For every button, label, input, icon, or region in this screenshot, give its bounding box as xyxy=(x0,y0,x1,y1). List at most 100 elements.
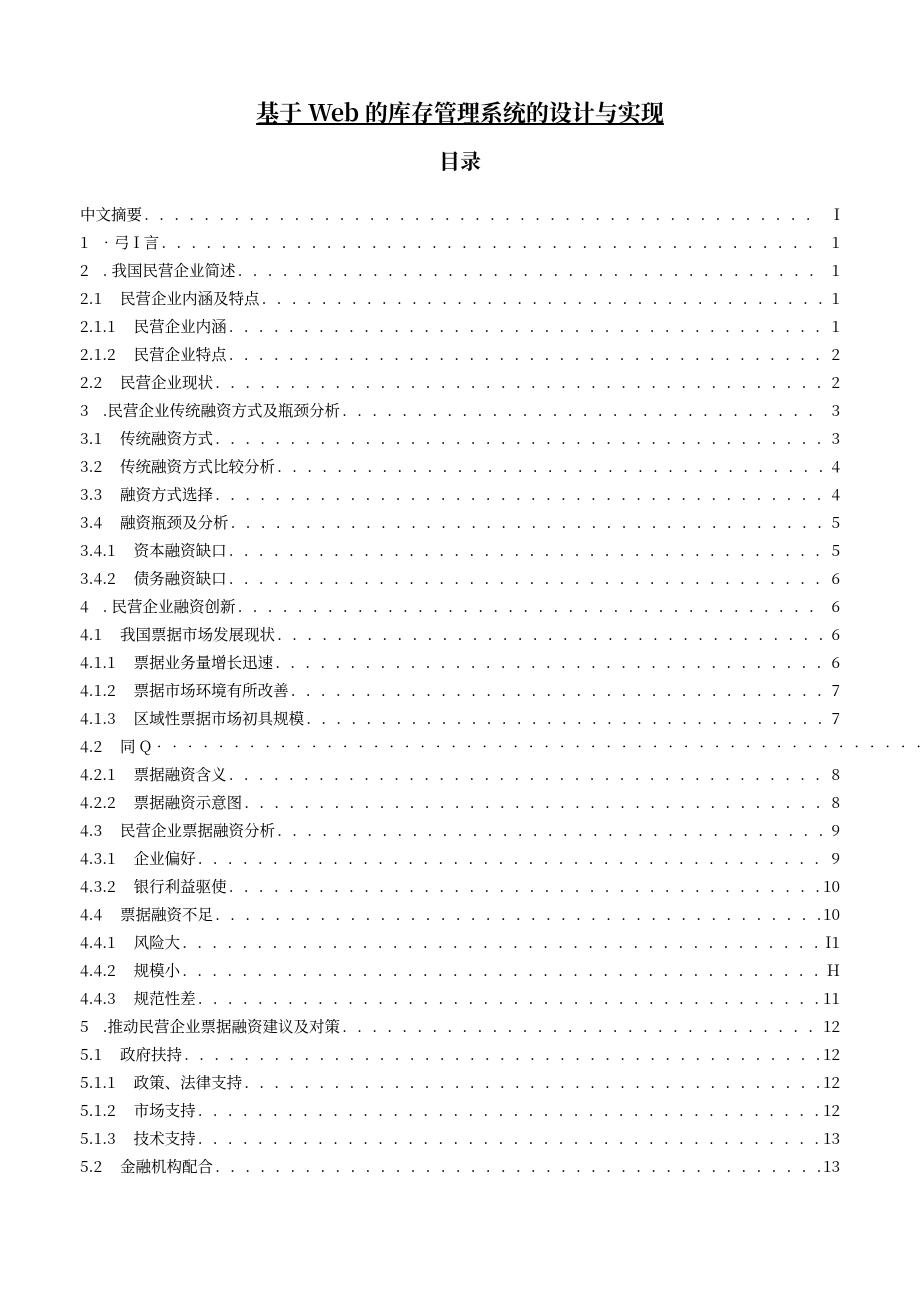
toc-entry-leader xyxy=(304,704,822,732)
toc-entry-spacer xyxy=(104,284,120,312)
toc-entry-label: 民营企业特点 xyxy=(134,340,227,368)
toc-entry-page: I xyxy=(822,200,840,228)
document-title: 基于 Web 的库存管理系统的设计与实现 xyxy=(80,95,840,128)
toc-entry-number: 4.3.2 xyxy=(80,872,118,900)
toc-entry-spacer xyxy=(91,228,99,256)
toc-entry-spacer xyxy=(104,816,120,844)
toc-entry-number: 4.4.2 xyxy=(80,956,118,984)
toc-entry: 5.1.2 市场支持12 xyxy=(80,1096,840,1124)
toc-entry: 4.4.3 规范性差11 xyxy=(80,984,840,1012)
toc-entry: 4.4.1 风险大I1 xyxy=(80,928,840,956)
toc-entry-leader xyxy=(289,676,822,704)
toc-entry-spacer xyxy=(91,396,103,424)
toc-entry-spacer xyxy=(118,676,134,704)
toc-entry-leader xyxy=(235,592,822,620)
toc-entry-page: 2 xyxy=(822,340,840,368)
toc-entry-label: •弓 I 言 xyxy=(98,228,159,256)
toc-entry-label: 融资方式选择 xyxy=(120,480,213,508)
toc-entry-leader xyxy=(340,1012,822,1040)
toc-entry-spacer xyxy=(91,256,103,284)
toc-entry-page: 3 xyxy=(822,424,840,452)
toc-entry: 3.4 融资瓶颈及分析5 xyxy=(80,508,840,536)
toc-entry: 4.1.2 票据市场环境有所改善7 xyxy=(80,676,840,704)
toc-entry-number: 3.1 xyxy=(80,424,104,452)
toc-entry-number: 2.1.1 xyxy=(80,312,118,340)
toc-entry: 4.3.1 企业偏好9 xyxy=(80,844,840,872)
toc-entry-leader xyxy=(227,340,822,368)
toc-entry: 4.1.1 票据业务量增长迅速6 xyxy=(80,648,840,676)
toc-entry-page: 5 xyxy=(822,536,840,564)
toc-entry-spacer xyxy=(118,564,134,592)
toc-entry-leader xyxy=(196,1096,822,1124)
toc-entry-spacer xyxy=(118,1096,134,1124)
toc-entry-page: 11 xyxy=(822,984,840,1012)
toc-entry-spacer xyxy=(104,508,120,536)
toc-entry-number: 3 xyxy=(80,396,91,424)
toc-entry: 4.2 同 Q•••••••••••••••••••••••••••••••••… xyxy=(80,732,840,760)
toc-entry-page: 12 xyxy=(822,1040,840,1068)
toc-entry-leader xyxy=(213,424,822,452)
toc-entry-spacer xyxy=(118,648,134,676)
toc-entry: 5.1 政府扶持12 xyxy=(80,1040,840,1068)
toc-entry-label: 民营企业票据融资分析 xyxy=(120,816,275,844)
toc-entry-label: 民营企业内涵及特点 xyxy=(120,284,260,312)
toc-entry-number: 4.1.1 xyxy=(80,648,118,676)
toc-entry-number: 3.4.2 xyxy=(80,564,118,592)
toc-entry-page: 1 xyxy=(822,312,840,340)
toc-entry-spacer xyxy=(104,480,120,508)
toc-entry-label: 传统融资方式比较分析 xyxy=(120,452,275,480)
toc-entry: 中文摘要 I xyxy=(80,200,840,228)
toc-entry-leader xyxy=(196,1124,822,1152)
toc-entry-page: 8 xyxy=(822,788,840,816)
toc-entry: 3.2 传统融资方式比较分析4 xyxy=(80,452,840,480)
toc-entry-leader xyxy=(227,564,822,592)
toc-entry: 5.2 金融机构配合13 xyxy=(80,1152,840,1180)
toc-entry-spacer xyxy=(104,1152,120,1180)
toc-entry-leader xyxy=(213,1152,822,1180)
toc-entry-spacer xyxy=(104,620,120,648)
toc-entry-page: 12 xyxy=(822,1068,840,1096)
toc-entry-leader xyxy=(213,480,822,508)
toc-entry-page: 10 xyxy=(822,900,840,928)
toc-entry-label: 中文摘要 xyxy=(80,200,142,228)
toc-entry-number: 4.4 xyxy=(80,900,104,928)
toc-entry-leader xyxy=(260,284,822,312)
toc-entry-number: 5.1 xyxy=(80,1040,104,1068)
toc-entry-number: 1 xyxy=(80,228,91,256)
toc-entry-leader xyxy=(227,312,822,340)
document-page: 基于 Web 的库存管理系统的设计与实现 目录 中文摘要I1 •弓 I 言12 … xyxy=(0,0,920,1301)
toc-entry-number: 2.1.2 xyxy=(80,340,118,368)
toc-entry-label: 传统融资方式 xyxy=(120,424,213,452)
toc-entry-leader xyxy=(273,648,822,676)
toc-entry-label: 银行利益驱使 xyxy=(134,872,227,900)
toc-entry-leader xyxy=(180,928,822,956)
toc-entry-label: 民营企业内涵 xyxy=(134,312,227,340)
toc-entry: 3.1 传统融资方式 3 xyxy=(80,424,840,452)
toc-entry: 3.4.1 资本融资缺口 5 xyxy=(80,536,840,564)
toc-entry-page: 4 xyxy=(822,480,840,508)
toc-entry-number: 3.4.1 xyxy=(80,536,118,564)
toc-entry-page: 12 xyxy=(822,1096,840,1124)
toc-entry-leader xyxy=(213,368,822,396)
toc-entry-number: 4.1 xyxy=(80,620,104,648)
toc-entry: 4.3 民营企业票据融资分析9 xyxy=(80,816,840,844)
toc-entry-spacer xyxy=(104,452,120,480)
toc-entry-label: 资本融资缺口 xyxy=(134,536,227,564)
toc-entry-leader xyxy=(235,256,822,284)
toc-entry-label: 票据业务量增长迅速 xyxy=(134,648,274,676)
toc-entry-page: 3 xyxy=(822,396,840,424)
toc-entry: 2.1.1 民营企业内涵 1 xyxy=(80,312,840,340)
toc-entry-number: 4.2.2 xyxy=(80,788,118,816)
table-of-contents: 中文摘要I1 •弓 I 言12 . 我国民营企业简述12.1 民营企业内涵及特点… xyxy=(80,200,840,1180)
toc-entry-spacer xyxy=(118,844,134,872)
toc-entry-spacer xyxy=(118,760,134,788)
toc-heading: 目录 xyxy=(80,146,840,176)
toc-entry-label: 票据融资不足 xyxy=(120,900,213,928)
toc-entry-page: 4 xyxy=(822,452,840,480)
toc-entry: 4.3.2 银行利益驱使10 xyxy=(80,872,840,900)
toc-entry-spacer xyxy=(118,872,134,900)
toc-entry-spacer xyxy=(91,1012,103,1040)
toc-entry-page: 1 xyxy=(822,284,840,312)
toc-entry-spacer xyxy=(118,340,134,368)
toc-entry-spacer xyxy=(118,956,134,984)
